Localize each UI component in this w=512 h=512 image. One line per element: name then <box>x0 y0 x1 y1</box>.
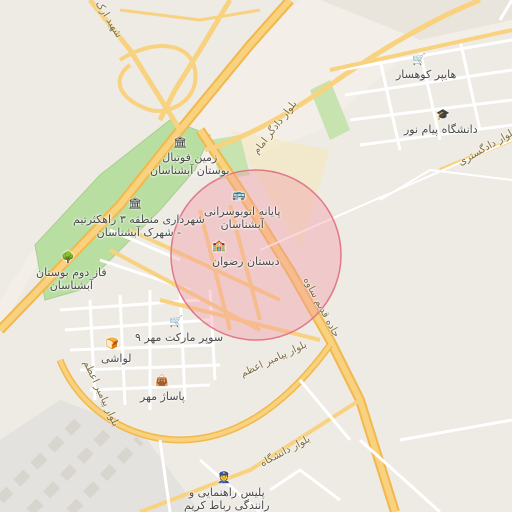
poi-label-police-line1: پلیس راهنمایی و <box>188 486 265 499</box>
poi-label-park2[interactable]: فاز دوم بوستان آبشناسان <box>36 266 107 292</box>
poi-label-football-line1: زمین فوتبال <box>162 151 218 164</box>
poi-label-payam[interactable]: دانشگاه پیام نور <box>404 123 478 136</box>
poi-label-terminal[interactable]: پایانه اتوبوسرانی آبشناسان <box>204 205 280 231</box>
poi-label-football-line2: بوستان آبشناسان <box>150 164 230 177</box>
poi-label-football[interactable]: زمین فوتبال بوستان آبشناسان <box>150 151 229 177</box>
poi-label-park2-line2: آبشناسان <box>49 279 93 292</box>
shopping-bag-icon[interactable]: 👜 <box>155 375 169 387</box>
poi-label-municipality-line1: شهرداری منطقه ۳ راهکثرتیم <box>73 213 205 226</box>
poi-label-police-line2: رانندگی رباط کریم <box>184 499 270 512</box>
poi-label-police[interactable]: پلیس راهنمایی و رانندگی رباط کریم <box>184 486 270 512</box>
bus-icon[interactable]: 🚌 <box>232 189 246 201</box>
poi-label-terminal-line2: آبشناسان <box>220 218 264 231</box>
poi-label-supermarket[interactable]: سوپر مارکت مهر ۹ <box>135 331 223 344</box>
poi-label-terminal-line1: پایانه اتوبوسرانی <box>204 205 281 218</box>
map-view[interactable]: شهید ارک بلوار دادگر امام بلوار دادگستری… <box>0 0 512 512</box>
shopping-cart-icon[interactable]: 🛒 <box>412 54 426 66</box>
school-icon[interactable]: 🏫 <box>212 240 226 252</box>
poi-label-municipality[interactable]: شهرداری منطقه ۳ راهکثرتیم - شهرک آبشناسا… <box>73 213 205 239</box>
university-icon[interactable]: 🎓 <box>436 109 450 121</box>
poi-label-park2-line1: فاز دوم بوستان <box>36 266 107 279</box>
poi-label-lavashi[interactable]: لواشی <box>101 352 131 365</box>
stadium-icon[interactable]: 🏛 <box>173 137 187 149</box>
government-building-icon[interactable]: 🏛 <box>128 198 142 210</box>
tree-icon[interactable]: 🌳 <box>61 252 75 264</box>
shopping-cart-icon[interactable]: 🛒 <box>169 316 183 328</box>
poi-label-municipality-line2: - شهرک آبشناسان <box>96 226 182 239</box>
police-icon[interactable]: 👮 <box>217 472 231 484</box>
bakery-icon[interactable]: 🍞 <box>105 338 119 350</box>
poi-label-school[interactable]: دبستان رضوان <box>212 255 280 268</box>
poi-label-pasaj[interactable]: پاساژ مهر <box>140 390 185 403</box>
poi-label-hyper[interactable]: هایپر کوهسار <box>396 68 456 81</box>
